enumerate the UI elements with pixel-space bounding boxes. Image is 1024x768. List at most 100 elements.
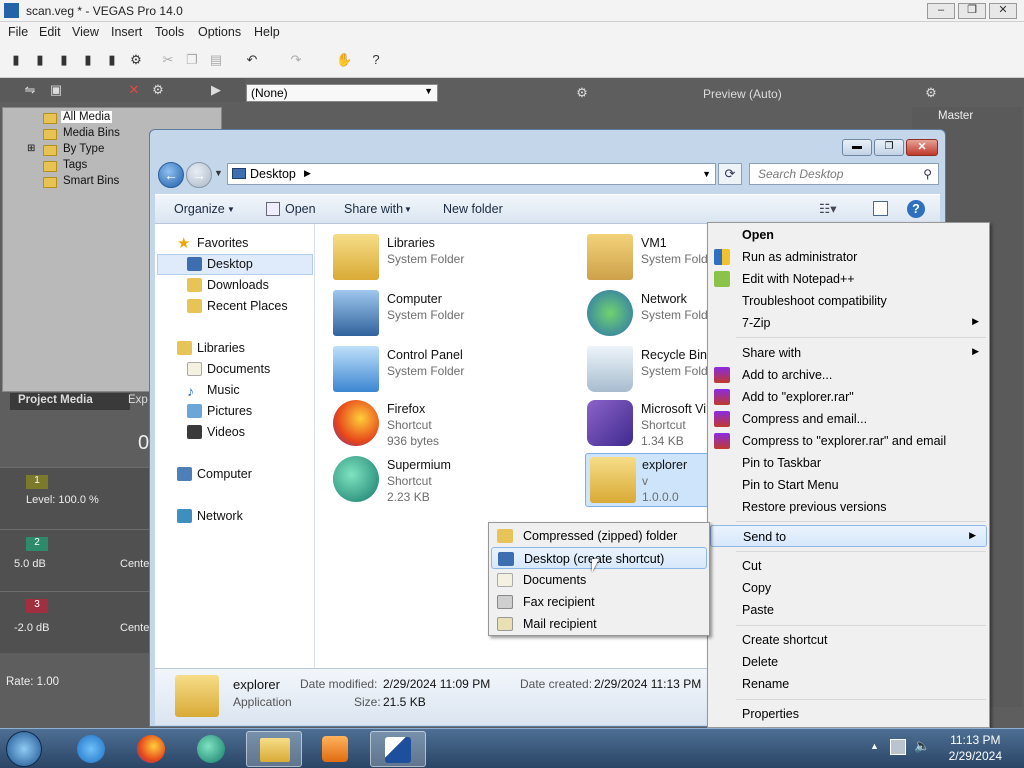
trim-icon[interactable]: ✋ (336, 52, 352, 68)
new-icon[interactable]: ▮ (8, 52, 24, 68)
menu-item-pin-taskbar[interactable]: Pin to Taskbar (708, 452, 989, 474)
send-to-documents[interactable]: Documents (491, 569, 707, 591)
send-to-fax[interactable]: Fax recipient (491, 591, 707, 613)
new-folder-button[interactable]: New folder (443, 202, 503, 216)
help-icon[interactable]: ? (368, 52, 384, 68)
minimize-button[interactable]: – (927, 3, 955, 19)
remove-icon[interactable]: ✕ (126, 82, 142, 98)
nav-downloads[interactable]: Downloads (187, 278, 269, 292)
open-icon[interactable]: ▮ (32, 52, 48, 68)
search-input[interactable]: Search Desktop ⚲ (749, 163, 939, 185)
send-to-zip[interactable]: Compressed (zipped) folder (491, 525, 707, 547)
menu-item-delete[interactable]: Delete (708, 651, 989, 673)
forward-button[interactable]: → (186, 162, 212, 188)
tree-item-all-media[interactable]: All Media (61, 111, 113, 123)
taskbar-supermium[interactable] (184, 731, 240, 767)
redo-icon[interactable]: ↷ (288, 52, 304, 68)
media-tool-icon[interactable]: ⇋ (22, 82, 38, 98)
nav-network[interactable]: Network (177, 509, 243, 523)
gear-icon[interactable]: ⚙ (574, 85, 590, 101)
menu-item-rename[interactable]: Rename (708, 673, 989, 695)
taskbar-vegas-pro[interactable] (370, 731, 426, 767)
send-to-desktop[interactable]: Desktop (create shortcut) (491, 547, 707, 569)
track-header-1[interactable]: 1 Level: 100.0 % (0, 467, 155, 529)
close-button[interactable]: ✕ (906, 139, 938, 156)
menu-item-add-archive[interactable]: Add to archive... (708, 364, 989, 386)
file-item[interactable]: Libraries System Folder (333, 234, 573, 286)
menu-item-copy[interactable]: Copy (708, 577, 989, 599)
menu-item-share-with[interactable]: Share with ▶ (708, 342, 989, 364)
file-item[interactable]: Firefox Shortcut 936 bytes (333, 400, 573, 452)
view-options-icon[interactable]: ☷▾ (819, 201, 836, 216)
open-button[interactable]: Open (285, 202, 316, 216)
organize-button[interactable]: Organize (174, 202, 225, 216)
menu-options[interactable]: Options (198, 25, 241, 39)
tree-item-by-type[interactable]: By Type (63, 143, 104, 155)
help-icon[interactable]: ? (907, 200, 925, 218)
back-button[interactable]: ← (158, 162, 184, 188)
file-item[interactable]: Supermium Shortcut 2.23 KB (333, 456, 573, 508)
media-tool-icon[interactable]: ▣ (48, 82, 64, 98)
nav-pictures[interactable]: Pictures (187, 404, 252, 418)
track-header-3[interactable]: 3 -2.0 dB Cente (0, 591, 155, 653)
menu-item-open[interactable]: Open (708, 224, 989, 246)
menu-item-add-rar[interactable]: Add to "explorer.rar" (708, 386, 989, 408)
close-button[interactable]: ✕ (989, 3, 1017, 19)
send-to-mail[interactable]: Mail recipient (491, 613, 707, 635)
save-as-icon[interactable]: ▮ (80, 52, 96, 68)
menu-view[interactable]: View (72, 25, 99, 39)
menu-item-compress-rar-email[interactable]: Compress to "explorer.rar" and email (708, 430, 989, 452)
tab-explorer[interactable]: Exp (128, 394, 148, 406)
menu-item-properties[interactable]: Properties (708, 703, 989, 725)
taskbar-firefox[interactable] (124, 731, 180, 767)
preview-pane-icon[interactable] (873, 201, 888, 216)
menu-tools[interactable]: Tools (155, 25, 184, 39)
show-hidden-icons[interactable]: ▲ (870, 741, 879, 751)
taskbar-media-player[interactable] (308, 731, 364, 767)
nav-favorites[interactable]: ★ Favorites (177, 235, 248, 252)
nav-recent-places[interactable]: Recent Places (187, 299, 288, 313)
menu-insert[interactable]: Insert (111, 25, 142, 39)
paste-icon[interactable]: ▤ (208, 52, 224, 68)
nav-desktop[interactable]: Desktop (187, 257, 253, 271)
file-item[interactable]: Computer System Folder (333, 290, 573, 342)
menu-item-paste[interactable]: Paste (708, 599, 989, 621)
properties-icon[interactable]: ⚙ (128, 52, 144, 68)
menu-item-notepad[interactable]: Edit with Notepad++ (708, 268, 989, 290)
menu-item-create-shortcut[interactable]: Create shortcut (708, 629, 989, 651)
menu-file[interactable]: File (8, 25, 28, 39)
taskbar-internet-explorer[interactable] (64, 731, 120, 767)
menu-item-cut[interactable]: Cut (708, 555, 989, 577)
menu-item-7zip[interactable]: 7-Zip ▶ (708, 312, 989, 334)
save-icon[interactable]: ▮ (56, 52, 72, 68)
restore-button[interactable]: ❐ (958, 3, 986, 19)
copy-icon[interactable]: ❐ (184, 52, 200, 68)
network-tray-icon[interactable] (890, 739, 906, 755)
menu-help[interactable]: Help (254, 25, 280, 39)
file-item[interactable]: Control Panel System Folder (333, 346, 573, 398)
menu-edit[interactable]: Edit (39, 25, 61, 39)
tab-project-media[interactable]: Project Media (10, 393, 130, 410)
tree-item-smart-bins[interactable]: Smart Bins (63, 175, 119, 187)
gear-icon[interactable]: ⚙ (150, 82, 166, 98)
recent-pages-icon[interactable]: ▼ (214, 168, 223, 178)
menu-item-pin-start[interactable]: Pin to Start Menu (708, 474, 989, 496)
nav-documents[interactable]: Documents (187, 362, 270, 376)
chevron-down-icon[interactable]: ▼ (702, 169, 711, 179)
nav-libraries[interactable]: Libraries (177, 341, 245, 355)
nav-computer[interactable]: Computer (177, 467, 252, 481)
start-button[interactable] (6, 731, 42, 767)
play-icon[interactable]: ▶ (208, 82, 224, 98)
taskbar-windows-explorer[interactable] (246, 731, 302, 767)
tree-item-media-bins[interactable]: Media Bins (63, 127, 120, 139)
menu-item-troubleshoot[interactable]: Troubleshoot compatibility (708, 290, 989, 312)
menu-item-send-to[interactable]: Send to ▶ (710, 525, 987, 547)
menu-item-run-as-admin[interactable]: Run as administrator (708, 246, 989, 268)
volume-muted-icon[interactable]: 🔈 (914, 738, 930, 754)
file-item-selected[interactable]: explorer v 1.0.0.0 (585, 453, 711, 507)
preview-quality[interactable]: Preview (Auto) (703, 87, 782, 101)
menu-item-restore-versions[interactable]: Restore previous versions (708, 496, 989, 518)
undo-icon[interactable]: ↶ (244, 52, 260, 68)
gear-icon[interactable]: ⚙ (923, 85, 939, 101)
expand-icon[interactable]: ⊞ (27, 143, 35, 154)
